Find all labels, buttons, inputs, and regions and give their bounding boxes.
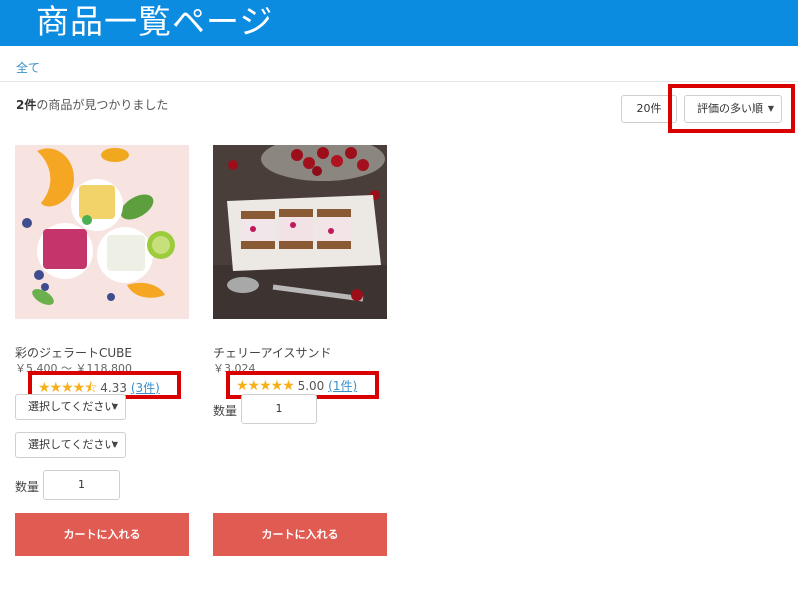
chevron-down-icon: ▼ <box>111 402 118 411</box>
variant-select-2-value: 選択してください <box>28 438 116 451</box>
review-count-link[interactable]: (1件) <box>328 379 357 393</box>
result-count: 2件の商品が見つかりました <box>16 96 168 113</box>
quantity-input[interactable]: 1 <box>43 470 120 500</box>
page-title: 商品一覧ページ <box>36 2 274 41</box>
result-count-number: 2件 <box>16 98 37 112</box>
rating-value: 5.00 <box>297 379 325 393</box>
product-name[interactable]: 彩のジェラートCUBE <box>15 344 132 361</box>
variant-select-1[interactable]: 選択してください ▼ <box>15 394 126 420</box>
breadcrumb-all[interactable]: 全て <box>16 59 40 76</box>
result-count-text: の商品が見つかりました <box>36 98 169 112</box>
chevron-down-icon: ▼ <box>111 440 118 449</box>
page-header: 商品一覧ページ <box>0 0 798 46</box>
product-name[interactable]: チェリーアイスサンド <box>213 344 332 361</box>
review-count-link[interactable]: (3件) <box>131 381 160 395</box>
quantity-input[interactable]: 1 <box>241 394 317 424</box>
divider <box>0 81 798 82</box>
quantity-label: 数量 <box>15 480 40 494</box>
add-to-cart-button[interactable]: カートに入れる <box>213 513 387 556</box>
rating-stars-icon: ★★★★★ <box>236 378 295 394</box>
rating-value: 4.33 <box>100 381 128 395</box>
product-image-gelato[interactable] <box>15 145 189 319</box>
sort-highlight-box <box>668 84 795 133</box>
variant-select-2[interactable]: 選択してください ▼ <box>15 432 126 458</box>
product-rating: ★★★★★ 5.00 (1件) <box>236 377 357 394</box>
variant-select-1-value: 選択してください <box>28 400 116 413</box>
page-size-value: 20件 <box>636 102 662 115</box>
product-image-cherry-sandwich[interactable] <box>213 145 387 319</box>
add-to-cart-button[interactable]: カートに入れる <box>15 513 189 556</box>
quantity-label: 数量 <box>213 404 238 418</box>
